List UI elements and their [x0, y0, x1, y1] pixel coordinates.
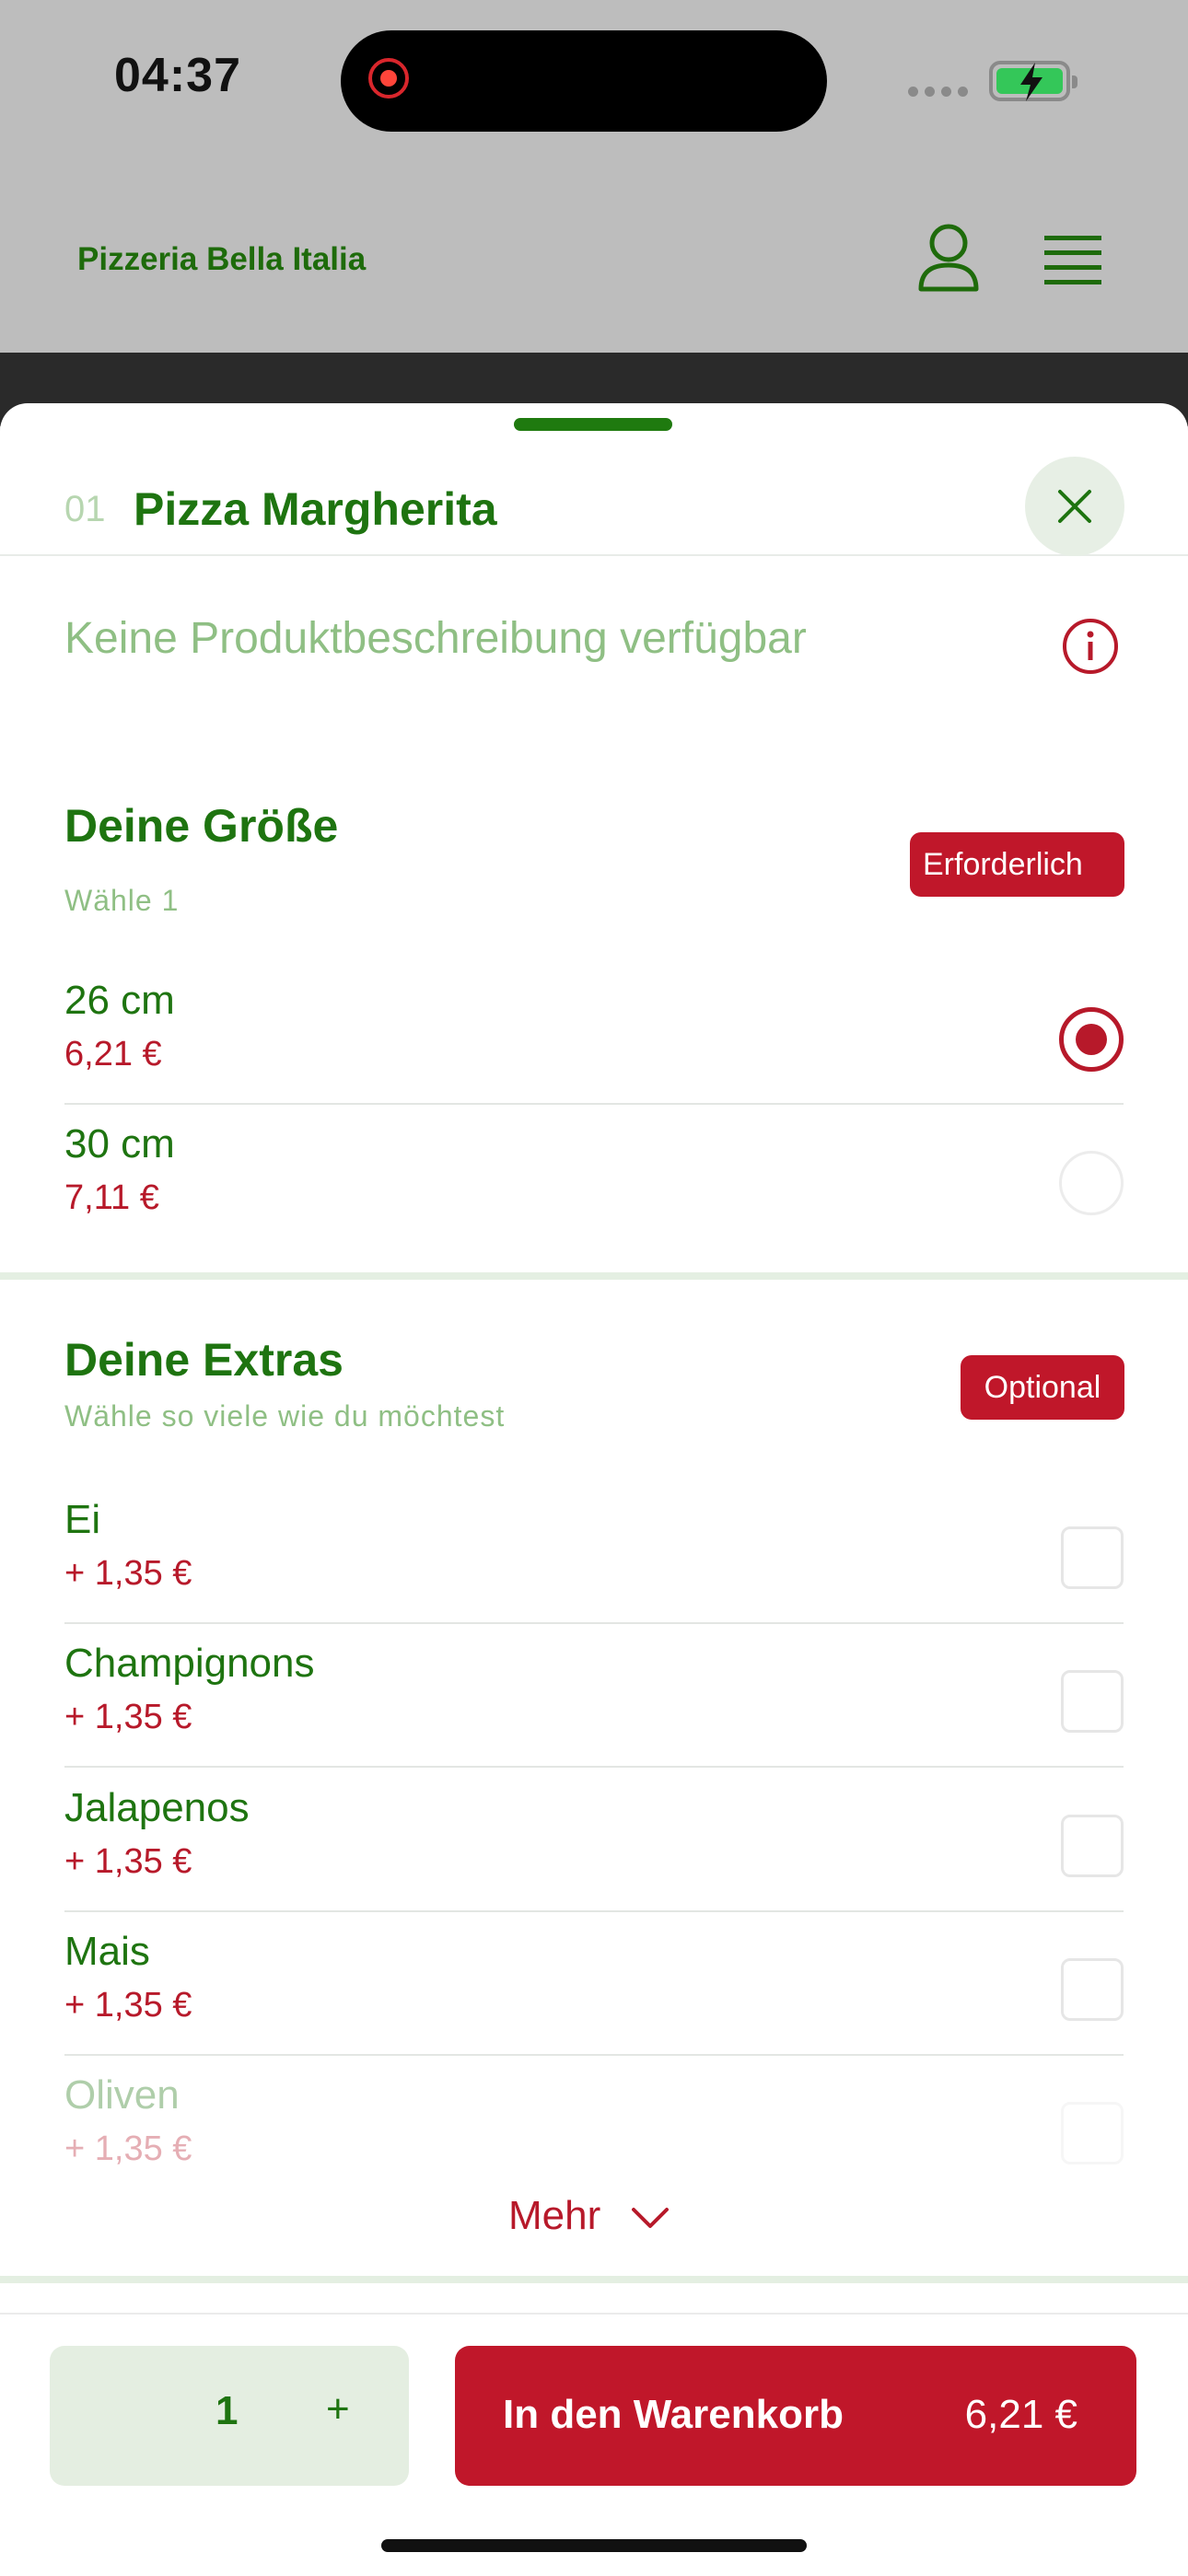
option-price: + 1,35 €: [64, 1986, 192, 2025]
checkbox[interactable]: [1061, 1815, 1124, 1877]
required-badge: Erforderlich: [910, 832, 1124, 897]
user-icon[interactable]: [915, 223, 982, 293]
option-name: Champignons: [64, 1641, 315, 1686]
product-number: 01: [64, 489, 106, 529]
option-name: Jalapenos: [64, 1785, 250, 1830]
checkbox[interactable]: [1061, 1670, 1124, 1733]
extra-option-mais[interactable]: Mais + 1,35 €: [64, 1910, 1124, 2056]
option-price: + 1,35 €: [64, 1698, 192, 1736]
optional-badge: Optional: [961, 1355, 1124, 1420]
signal-icon: [908, 87, 968, 97]
size-section-title: Deine Größe: [64, 800, 339, 852]
status-time: 04:37: [114, 49, 241, 102]
extra-option-jalapenos[interactable]: Jalapenos + 1,35 €: [64, 1767, 1124, 1912]
dynamic-island: [341, 30, 827, 132]
status-bar: 04:37: [0, 0, 1188, 166]
record-icon: [368, 58, 409, 99]
close-button[interactable]: [1025, 457, 1124, 556]
extra-option-champignons[interactable]: Champignons + 1,35 €: [64, 1622, 1124, 1768]
option-price: 7,11 €: [64, 1178, 159, 1217]
add-to-cart-button[interactable]: In den Warenkorb 6,21 €: [455, 2346, 1136, 2486]
option-price: 6,21 €: [64, 1035, 162, 1073]
add-to-cart-label: In den Warenkorb: [503, 2392, 844, 2437]
bottom-action-bar: 1 + In den Warenkorb 6,21 €: [0, 2313, 1188, 2576]
home-indicator[interactable]: [381, 2539, 807, 2552]
extras-section-title: Deine Extras: [64, 1334, 344, 1386]
product-description: Keine Produktbeschreibung verfügbar: [64, 614, 807, 663]
option-price: + 1,35 €: [64, 2129, 192, 2168]
product-sheet: 01 Pizza Margherita Keine Produktbeschre…: [0, 403, 1188, 2574]
quantity-stepper[interactable]: 1 +: [50, 2346, 409, 2486]
size-option-26[interactable]: 26 cm 6,21 €: [64, 959, 1124, 1105]
option-name: 26 cm: [64, 978, 175, 1023]
quantity-value: 1: [215, 2388, 239, 2433]
extra-option-oliven[interactable]: Oliven + 1,35 €: [64, 2054, 1124, 2198]
plus-button[interactable]: +: [326, 2386, 350, 2432]
option-price: + 1,35 €: [64, 1842, 192, 1881]
option-name: Mais: [64, 1929, 150, 1974]
cart-total: 6,21 €: [964, 2392, 1077, 2437]
section-divider: [0, 1272, 1188, 1280]
brand-name[interactable]: Pizzeria Bella Italia: [77, 241, 366, 278]
info-icon[interactable]: [1061, 617, 1120, 676]
chevron-down-icon: [632, 2208, 669, 2228]
sheet-grabber[interactable]: [514, 418, 672, 431]
product-name: Pizza Margherita: [134, 483, 497, 535]
checkbox[interactable]: [1061, 1958, 1124, 2021]
radio-selected[interactable]: [1059, 1007, 1124, 1072]
product-title-row: 01 Pizza Margherita: [0, 431, 1188, 556]
menu-icon[interactable]: [1042, 232, 1103, 287]
option-name: Oliven: [64, 2072, 180, 2118]
size-option-30[interactable]: 30 cm 7,11 €: [64, 1103, 1124, 1247]
section-divider: [0, 2276, 1188, 2283]
option-name: Ei: [64, 1497, 101, 1542]
radio-unselected[interactable]: [1059, 1151, 1124, 1215]
more-button[interactable]: Mehr: [508, 2193, 669, 2239]
battery-charging-icon: [989, 61, 1077, 101]
size-section-subtitle: Wähle 1: [64, 884, 180, 917]
checkbox[interactable]: [1061, 2102, 1124, 2164]
option-price: + 1,35 €: [64, 1554, 192, 1593]
app-header: Pizzeria Bella Italia: [0, 184, 1188, 350]
checkbox[interactable]: [1061, 1526, 1124, 1589]
extras-section-subtitle: Wähle so viele wie du möchtest: [64, 1399, 506, 1433]
close-icon: [1058, 490, 1091, 523]
option-name: 30 cm: [64, 1121, 175, 1166]
extra-option-ei[interactable]: Ei + 1,35 €: [64, 1479, 1124, 1624]
more-label: Mehr: [508, 2193, 601, 2238]
